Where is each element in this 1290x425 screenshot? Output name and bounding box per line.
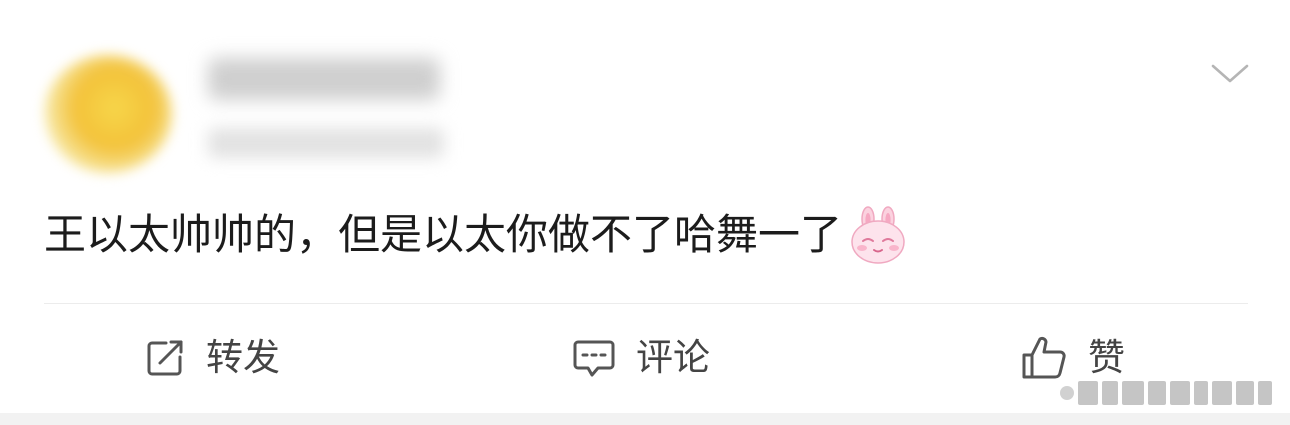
like-label: 赞 [1088,336,1125,379]
comment-button[interactable]: 评论 [572,332,710,384]
repost-button[interactable]: 转发 [144,332,280,384]
divider [44,303,1248,304]
post-card: 王以太帅帅的，但是以太你做不了哈舞一了 转发 评论 赞 [0,0,1290,413]
post-content: 王以太帅帅的，但是以太你做不了哈舞一了 [44,205,908,265]
author-name[interactable] [208,58,440,100]
bottom-strip [0,413,1290,425]
comment-label: 评论 [636,336,710,379]
post-meta [208,128,444,158]
comment-icon [573,340,615,377]
watermark [1060,378,1276,408]
repost-icon [147,340,183,376]
avatar[interactable] [44,55,172,173]
repost-label: 转发 [206,336,280,379]
chevron-down-icon [1211,64,1249,83]
like-button[interactable]: 赞 [1020,332,1125,384]
more-options-button[interactable] [1210,58,1250,88]
thumbs-up-icon [1022,336,1066,379]
rabbit-blush-emoji-icon [851,206,905,264]
post-text: 王以太帅帅的，但是以太你做不了哈舞一了 [44,210,843,259]
